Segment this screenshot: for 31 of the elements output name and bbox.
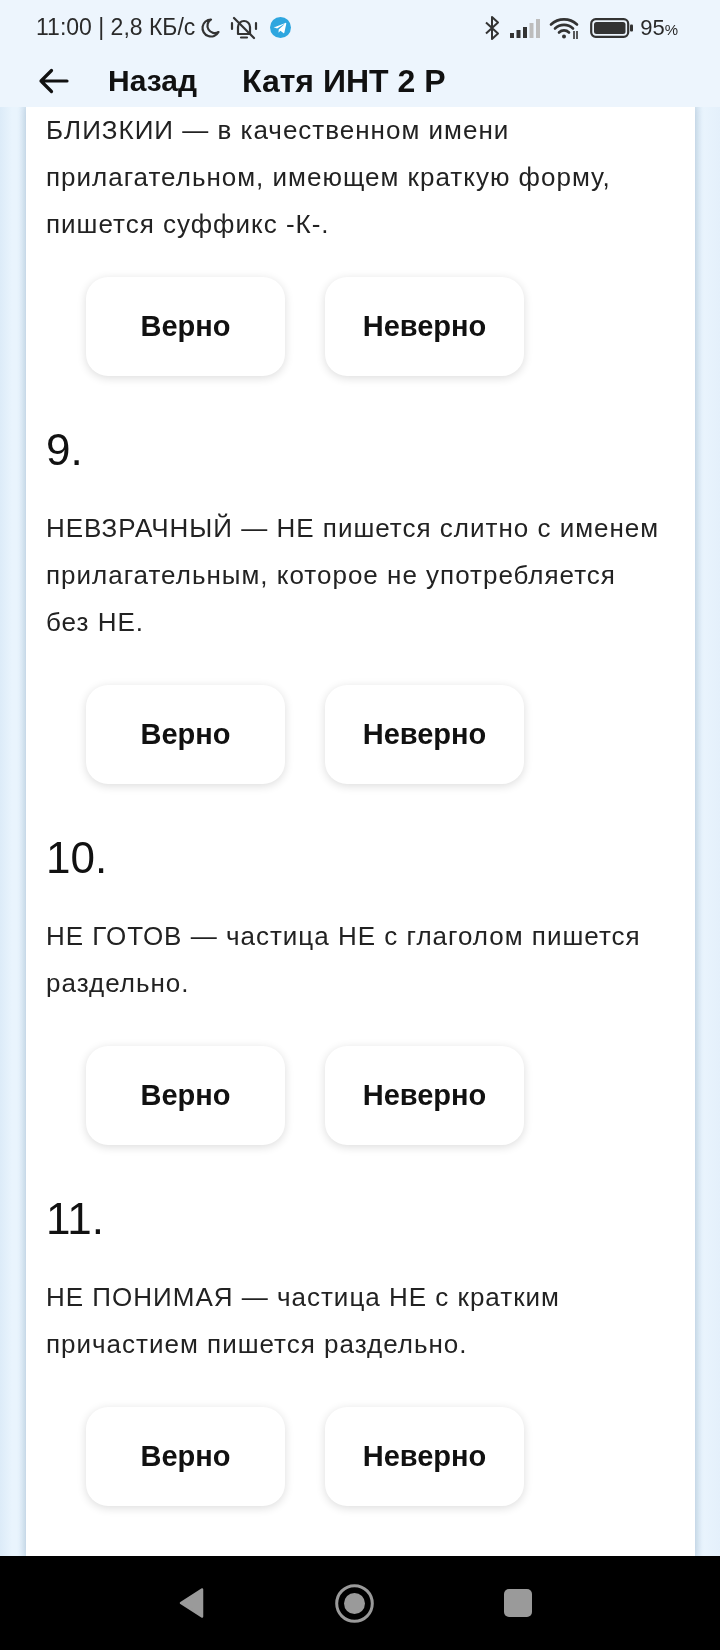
answer-button[interactable]: Неверно [325,1407,524,1506]
battery-percent: 95 [640,14,665,40]
question-statement: НЕВЗРАЧНЫЙ — НЕ пишется слитно с именем прилагательным, которое не употребляется без НЕ. [46,512,661,639]
wifi-icon [549,15,581,40]
moon-icon [199,16,222,39]
answer-button[interactable]: Верно [86,1407,285,1506]
answer-button[interactable]: Верно [86,1046,285,1145]
status-text: 11:00 | 2,8 КБ/с [36,14,196,41]
percent-sign: % [664,20,678,38]
muted-bell-icon [230,14,259,41]
signal-icon [510,17,542,38]
bluetooth-icon [484,14,502,41]
back-icon[interactable] [178,1587,205,1619]
back-arrow-icon [38,68,69,94]
answer-button[interactable]: Верно [86,685,285,784]
answer-button[interactable]: Неверно [325,685,524,784]
answer-button[interactable]: Верно [86,277,285,376]
battery-icon [590,17,635,38]
question-number: 10. [46,832,108,884]
question-number: 9. [46,424,83,476]
answer-button[interactable]: Неверно [325,277,524,376]
question-number: 11. [46,1193,104,1245]
recents-icon[interactable] [504,1589,532,1617]
answer-button[interactable]: Неверно [325,1046,524,1145]
question-statement: НЕ ПОНИМАЯ — частица НЕ с кратким причастием пишется раздельно. [46,1281,561,1361]
home-icon[interactable] [335,1583,374,1623]
question-statement: НЕ ГОТОВ — частица НЕ с глаголом пишется раздельно. [46,920,642,1000]
back-button[interactable]: Назад [38,64,197,98]
paper-plane-icon [270,17,292,38]
question-statement: БЛИЗКИИ — в качественном имени прилагательном, имеющем краткую форму, пишется суффикс -К-. [46,114,612,241]
page-title: Катя ИНТ 2 Р [241,62,446,100]
